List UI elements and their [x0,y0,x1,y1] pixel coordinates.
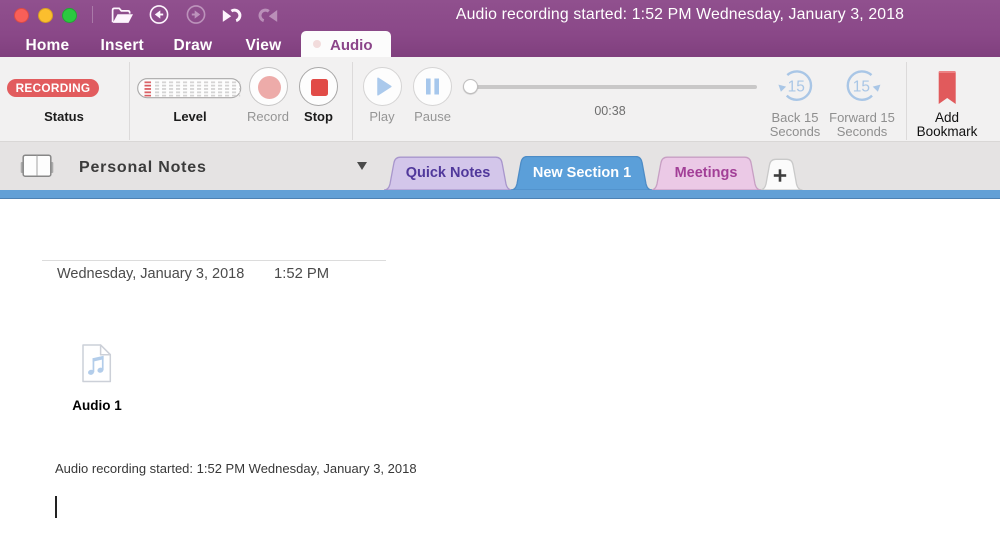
svg-text:15: 15 [853,78,870,95]
svg-text:15: 15 [788,78,805,95]
